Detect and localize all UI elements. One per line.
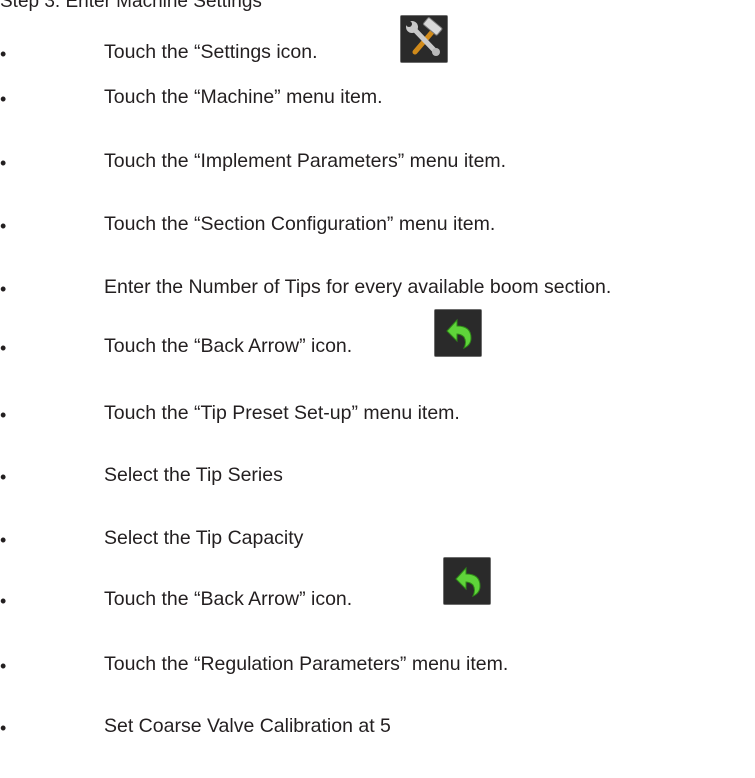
bullet: • xyxy=(0,405,7,425)
bullet: • xyxy=(0,44,7,64)
bullet: • xyxy=(0,718,7,738)
list-item: • Touch the “Implement Parameters” menu … xyxy=(0,146,755,186)
bullet: • xyxy=(0,467,7,487)
list-item: • Enter the Number of Tips for every ava… xyxy=(0,272,755,312)
step-text: Touch the “Back Arrow” icon. xyxy=(104,588,353,610)
list-item: • Select the Tip Series xyxy=(0,460,755,500)
step-text: Select the Tip Capacity xyxy=(104,527,304,549)
list-item: • Touch the “Settings icon. xyxy=(0,37,755,77)
step-text: Touch the “Section Configuration” menu i… xyxy=(104,213,496,235)
bullet: • xyxy=(0,216,7,236)
list-item: • Touch the “Back Arrow” icon. xyxy=(0,331,755,371)
bullet: • xyxy=(0,153,7,173)
list-item: • Touch the “Back Arrow” icon. xyxy=(0,584,755,624)
step-text: Touch the “Machine” menu item. xyxy=(104,86,383,108)
bullet: • xyxy=(0,656,7,676)
bullet: • xyxy=(0,89,7,109)
list-item: • Select the Tip Capacity xyxy=(0,523,755,563)
list-item: • Touch the “Section Configuration” menu… xyxy=(0,209,755,249)
section-heading: Step 3: Enter Machine Settings xyxy=(0,0,262,12)
list-item: • Set Coarse Valve Calibration at 5 xyxy=(0,711,755,751)
list-item: • Touch the “Machine” menu item. xyxy=(0,82,755,122)
settings-tools-icon xyxy=(400,15,448,63)
list-item: • Touch the “Tip Preset Set-up” menu ite… xyxy=(0,398,755,438)
bullet: • xyxy=(0,338,7,358)
list-item: • Touch the “Regulation Parameters” menu… xyxy=(0,649,755,689)
bullet: • xyxy=(0,530,7,550)
step-text: Touch the “Implement Parameters” menu it… xyxy=(104,150,507,172)
step-text: Touch the “Back Arrow” icon. xyxy=(104,335,353,357)
step-text: Touch the “Tip Preset Set-up” menu item. xyxy=(104,402,460,424)
step-text: Set Coarse Valve Calibration at 5 xyxy=(104,715,391,737)
step-text: Enter the Number of Tips for every avail… xyxy=(104,276,612,298)
bullet: • xyxy=(0,591,7,611)
step-text: Touch the “Settings icon. xyxy=(104,41,318,63)
step-text: Touch the “Regulation Parameters” menu i… xyxy=(104,653,509,675)
back-arrow-icon xyxy=(434,309,482,357)
step-text: Select the Tip Series xyxy=(104,464,283,486)
bullet: • xyxy=(0,279,7,299)
back-arrow-icon xyxy=(443,557,491,605)
